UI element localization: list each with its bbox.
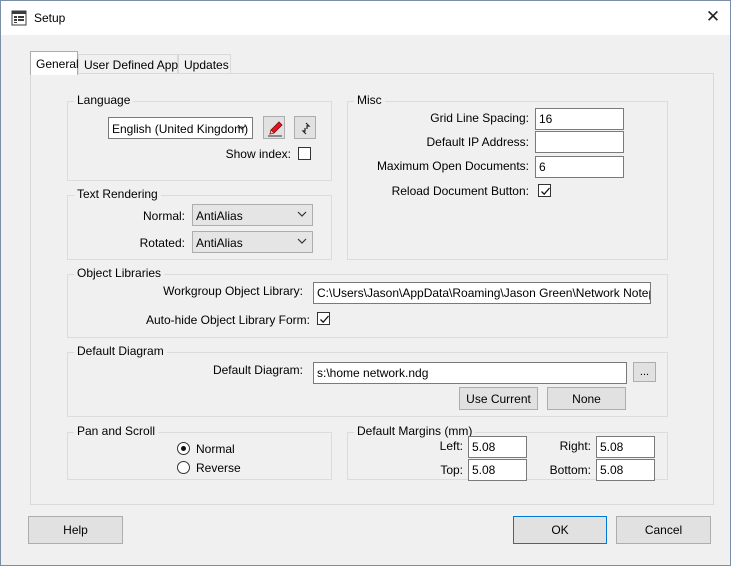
rotated-rendering-label: Rotated: xyxy=(139,236,185,250)
show-index-label: Show index: xyxy=(225,147,291,161)
language-select-value: English (United Kingdom) xyxy=(112,122,249,136)
default-ip-input[interactable] xyxy=(535,131,624,153)
use-current-label: Use Current xyxy=(466,391,531,406)
tab-general-label: General xyxy=(36,57,79,71)
workgroup-library-label: Workgroup Object Library: xyxy=(163,284,303,298)
normal-rendering-value: AntiAlias xyxy=(196,209,243,223)
default-ip-label: Default IP Address: xyxy=(426,135,529,149)
grid-line-spacing-input[interactable]: 16 xyxy=(535,108,624,130)
setup-dialog: Setup ✕ General User Defined Apps Update… xyxy=(0,0,731,566)
tab-user-defined-apps-label: User Defined Apps xyxy=(84,58,185,72)
none-label: None xyxy=(572,391,601,406)
language-select[interactable]: English (United Kingdom) xyxy=(108,117,253,139)
max-open-docs-input[interactable]: 6 xyxy=(535,156,624,178)
misc-group-title: Misc xyxy=(354,93,385,107)
object-libraries-group-title: Object Libraries xyxy=(74,266,165,280)
rotated-rendering-select[interactable]: AntiAlias xyxy=(192,231,313,253)
show-index-checkbox[interactable] xyxy=(298,147,311,160)
app-icon xyxy=(11,10,27,26)
pan-scroll-group-title: Pan and Scroll xyxy=(74,424,159,438)
close-button[interactable]: ✕ xyxy=(698,2,728,32)
grid-line-spacing-label: Grid Line Spacing: xyxy=(430,111,529,125)
max-open-docs-label: Maximum Open Documents: xyxy=(376,159,529,173)
browse-diagram-button[interactable]: ... xyxy=(633,362,656,382)
margin-top-input[interactable]: 5.08 xyxy=(468,459,527,481)
window-title: Setup xyxy=(34,11,66,25)
normal-rendering-label: Normal: xyxy=(142,209,185,223)
language-group-title: Language xyxy=(74,93,134,107)
title-bar: Setup ✕ xyxy=(1,1,730,35)
default-diagram-group-title: Default Diagram xyxy=(74,344,167,358)
tab-user-defined-apps[interactable]: User Defined Apps xyxy=(78,54,184,74)
close-icon: ✕ xyxy=(705,7,721,26)
ok-label: OK xyxy=(551,523,569,537)
browse-diagram-label: ... xyxy=(639,366,650,378)
normal-rendering-select[interactable]: AntiAlias xyxy=(192,204,313,226)
pan-normal-label: Normal xyxy=(196,442,235,456)
margin-bottom-input[interactable]: 5.08 xyxy=(596,459,655,481)
edit-language-button[interactable] xyxy=(263,116,285,139)
chevron-down-icon xyxy=(297,211,307,217)
text-rendering-group-title: Text Rendering xyxy=(74,187,161,201)
margin-top-label: Top: xyxy=(440,463,463,477)
margin-right-input[interactable]: 5.08 xyxy=(596,436,655,458)
pan-normal-radio[interactable] xyxy=(177,442,190,455)
margin-left-input[interactable]: 5.08 xyxy=(468,436,527,458)
rotated-rendering-value: AntiAlias xyxy=(196,236,243,250)
refresh-language-button[interactable] xyxy=(294,116,316,139)
margin-bottom-label: Bottom: xyxy=(549,463,591,477)
checkmark-icon xyxy=(320,315,329,324)
cancel-button[interactable]: Cancel xyxy=(616,516,711,544)
reload-doc-checkbox[interactable] xyxy=(538,184,551,197)
workgroup-library-input[interactable]: C:\Users\Jason\AppData\Roaming\Jason Gre… xyxy=(313,282,651,304)
use-current-button[interactable]: Use Current xyxy=(459,387,538,410)
swap-arrows-icon xyxy=(301,122,311,135)
default-diagram-label: Default Diagram: xyxy=(212,363,303,377)
help-label: Help xyxy=(63,523,88,537)
chevron-down-icon xyxy=(297,238,307,244)
default-margins-group-title: Default Margins (mm) xyxy=(354,424,476,438)
tab-updates[interactable]: Updates xyxy=(178,54,231,74)
language-group: Language xyxy=(67,93,332,181)
margin-left-label: Left: xyxy=(439,439,463,453)
chevron-down-icon xyxy=(237,124,247,130)
pencil-icon xyxy=(268,121,283,137)
autohide-library-label: Auto-hide Object Library Form: xyxy=(145,313,310,327)
default-diagram-input[interactable]: s:\home network.ndg xyxy=(313,362,627,384)
pan-reverse-label: Reverse xyxy=(196,461,241,475)
autohide-library-checkbox[interactable] xyxy=(317,312,330,325)
checkmark-icon xyxy=(541,187,550,196)
cancel-label: Cancel xyxy=(644,523,683,537)
help-button[interactable]: Help xyxy=(28,516,123,544)
pan-reverse-radio[interactable] xyxy=(177,461,190,474)
ok-button[interactable]: OK xyxy=(513,516,607,544)
none-button[interactable]: None xyxy=(547,387,626,410)
tab-general[interactable]: General xyxy=(30,51,79,75)
reload-doc-label: Reload Document Button: xyxy=(391,184,529,198)
margin-right-label: Right: xyxy=(559,439,591,453)
tab-updates-label: Updates xyxy=(184,58,229,72)
